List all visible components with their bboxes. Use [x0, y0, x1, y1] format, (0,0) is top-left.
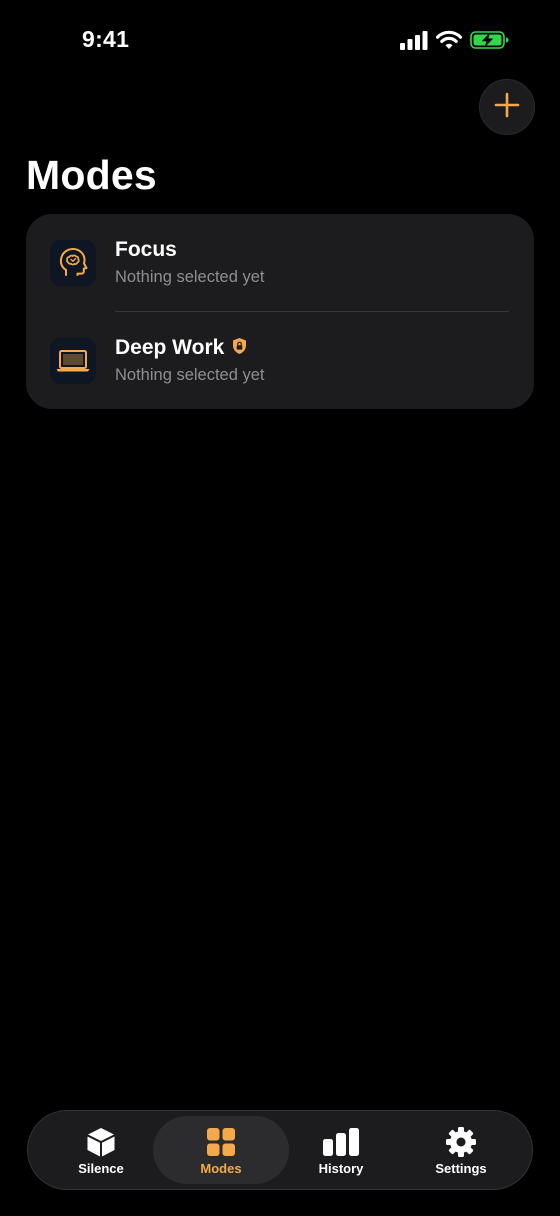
- mode-name: Focus: [115, 238, 177, 261]
- status-bar: 9:41: [0, 0, 560, 84]
- mode-row-focus[interactable]: Focus Nothing selected yet: [26, 214, 534, 311]
- lock-shield-icon: [232, 337, 247, 360]
- gear-icon: [445, 1126, 477, 1158]
- plus-icon: [494, 92, 520, 123]
- cellular-signal-icon: [400, 30, 428, 50]
- page-title: Modes: [26, 152, 157, 198]
- modes-list: Focus Nothing selected yet Deep Work Not…: [26, 214, 534, 409]
- tab-bar: Silence Modes History Settings: [27, 1110, 533, 1190]
- bar-chart-icon: [322, 1126, 360, 1158]
- battery-charging-icon: [470, 30, 510, 50]
- status-time: 9:41: [82, 26, 130, 52]
- tab-modes[interactable]: Modes: [153, 1116, 289, 1184]
- grid-icon: [206, 1126, 236, 1158]
- tab-settings[interactable]: Settings: [393, 1116, 529, 1184]
- status-icons: [400, 30, 510, 50]
- add-mode-button[interactable]: [479, 79, 535, 135]
- tab-label: Silence: [78, 1161, 124, 1176]
- mode-title-group: Deep Work: [115, 336, 247, 360]
- tab-history[interactable]: History: [273, 1116, 409, 1184]
- tab-label: Settings: [435, 1161, 487, 1176]
- tab-label: Modes: [200, 1161, 242, 1176]
- tab-silence[interactable]: Silence: [33, 1116, 169, 1184]
- laptop-icon: [50, 338, 96, 384]
- mode-title-group: Focus: [115, 238, 177, 262]
- tab-label: History: [318, 1161, 364, 1176]
- mode-subtitle: Nothing selected yet: [115, 366, 265, 384]
- mode-name: Deep Work: [115, 336, 225, 359]
- cube-icon: [85, 1126, 117, 1158]
- mode-row-deep-work[interactable]: Deep Work Nothing selected yet: [26, 312, 534, 409]
- head-brain-icon: [50, 240, 96, 286]
- wifi-icon: [436, 30, 462, 50]
- mode-subtitle: Nothing selected yet: [115, 268, 265, 286]
